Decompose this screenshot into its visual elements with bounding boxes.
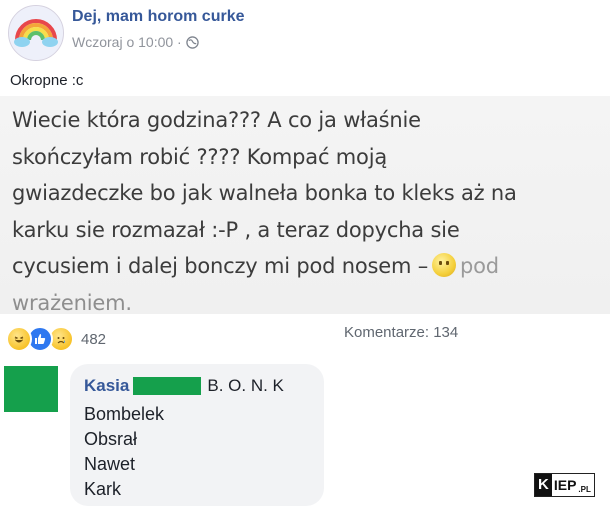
comment-line: Bombelek	[84, 404, 165, 424]
rainbow-icon	[9, 6, 63, 60]
post-text: Okropne :c	[10, 72, 84, 89]
page-avatar[interactable]	[8, 5, 64, 61]
comment-header: Kasia B. O. N. K	[84, 376, 284, 396]
post-image[interactable]: Wiecie która godzina??? A co ja właśnie …	[0, 96, 610, 314]
comments-count[interactable]: Komentarze: 134	[344, 324, 458, 341]
post-timestamp[interactable]: Wczoraj o 10:00 ·	[72, 34, 182, 50]
smiley-icon	[432, 253, 456, 277]
name-redaction	[133, 377, 202, 395]
globe-icon[interactable]	[185, 35, 199, 49]
comment-line: Nawet	[84, 454, 136, 474]
comment-bubble: Kasia B. O. N. K Bombelek Obsrał Nawet K…	[70, 364, 324, 506]
image-line-text: cycusiem i dalej bonczy mi pod nosem –	[12, 254, 428, 278]
image-line: cycusiem i dalej bonczy mi pod nosem – po…	[12, 248, 610, 285]
watermark-rest: IEP	[553, 477, 577, 493]
image-line: wrażeniem.	[12, 290, 132, 315]
image-line: gwiazdeczke bo jak walneła bonka to klek…	[12, 181, 517, 205]
image-line: skończyłam robić ???? Kompać moją	[12, 144, 387, 169]
comment-body: Bombelek Obsrał Nawet Kark	[84, 402, 164, 502]
watermark-k: K	[535, 474, 552, 496]
comment-line: Obsrał	[84, 429, 138, 449]
post-meta: Wczoraj o 10:00 ·	[72, 34, 199, 50]
image-text: Wiecie która godzina??? A co ja właśnie …	[12, 102, 610, 314]
image-line: Wiecie która godzina??? A co ja właśnie	[12, 108, 421, 132]
comment-first-line: B. O. N. K	[207, 376, 284, 395]
page-name[interactable]: Dej, mam horom curke	[72, 8, 245, 26]
haha-icon	[6, 326, 32, 352]
reaction-count[interactable]: 482	[81, 331, 106, 348]
image-line: karku sie rozmazał :-P , a teraz dopycha…	[12, 217, 460, 242]
comment-line: Kark	[84, 479, 122, 499]
commenter-name[interactable]: Kasia	[84, 376, 129, 396]
kiep-watermark: K IEP .PL	[534, 473, 595, 497]
commenter-avatar[interactable]	[4, 366, 58, 412]
image-line-text: pod	[460, 254, 499, 278]
reactions-bar[interactable]: 482	[6, 326, 106, 352]
watermark-suffix: .PL	[578, 485, 591, 494]
